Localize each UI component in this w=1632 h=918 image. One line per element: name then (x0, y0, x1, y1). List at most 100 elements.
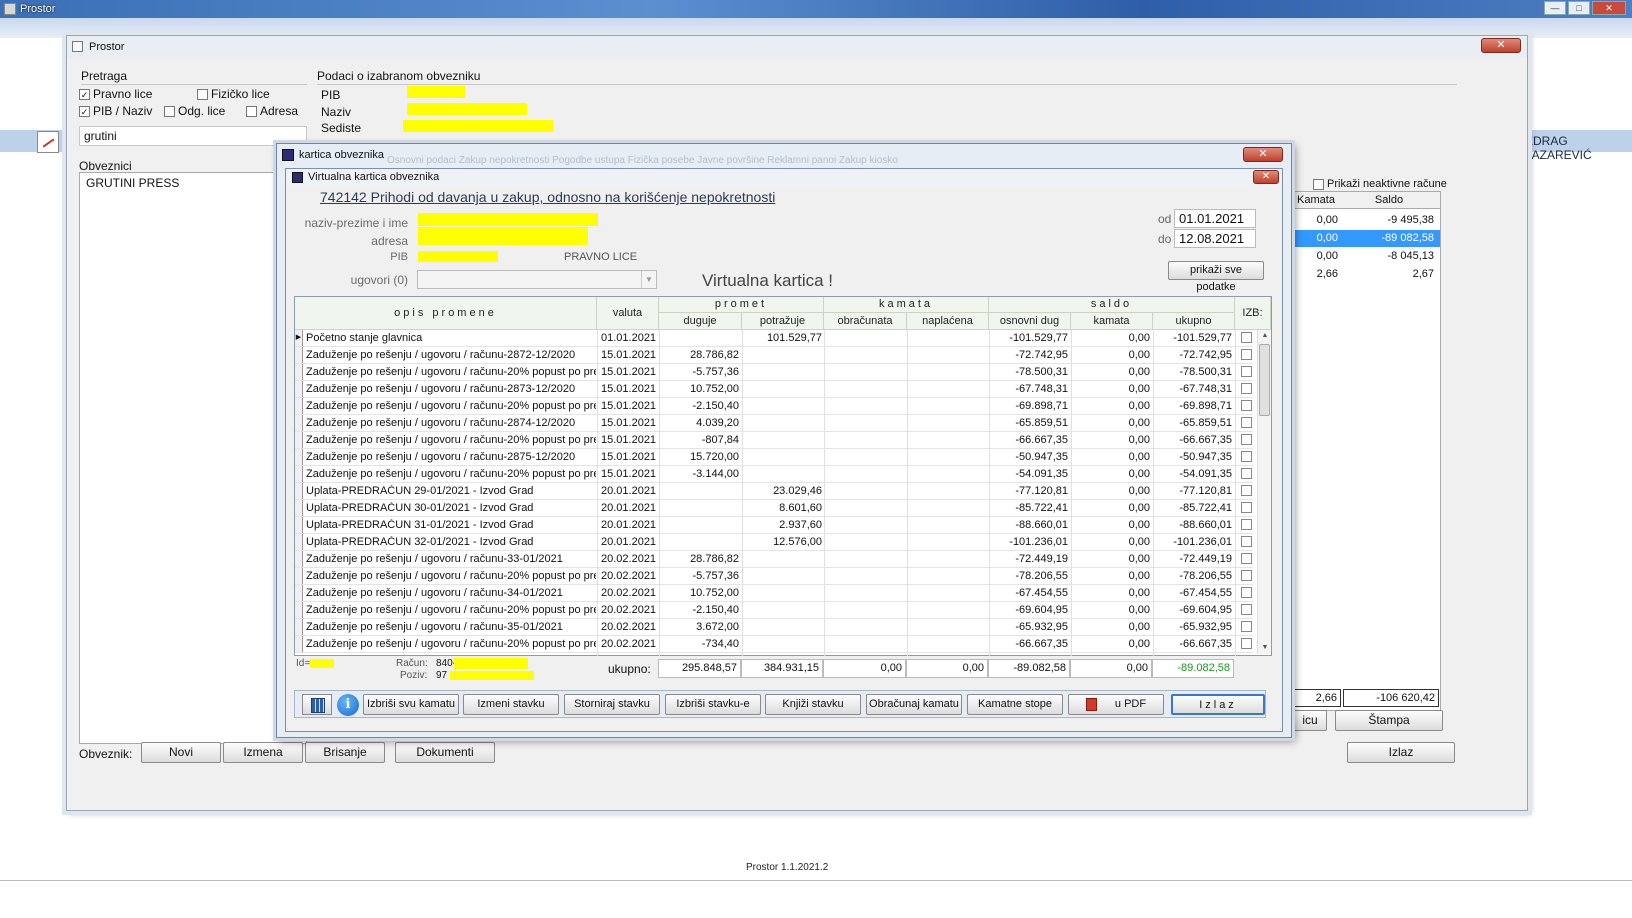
izbrisi-stavke-button[interactable]: Izbriši stavku-e (665, 694, 761, 715)
obveznici-list[interactable]: GRUTINI PRESS (79, 172, 307, 744)
izb-checkbox[interactable] (1241, 553, 1252, 564)
table-row[interactable]: Zaduženje po rešenju / ugovoru / računu-… (295, 568, 1253, 585)
izb-checkbox[interactable] (1241, 451, 1252, 462)
izb-checkbox[interactable] (1241, 621, 1252, 632)
table-row[interactable]: Uplata-PREDRAČUN 29-01/2021 - Izvod Grad… (295, 483, 1253, 500)
row-indicator[interactable] (295, 619, 303, 635)
table-row[interactable]: 0,00 -9 495,38 (1294, 212, 1440, 229)
table-row[interactable]: ▶ Početno stanje glavnica 01.01.2021 101.52… (295, 330, 1253, 347)
izmena-button[interactable]: Izmena (223, 742, 303, 763)
info-icon[interactable]: i (337, 694, 359, 716)
table-row[interactable]: Zaduženje po rešenju / ugovoru / računu-… (295, 432, 1253, 449)
table-row[interactable]: Uplata-PREDRAČUN 31-01/2021 - Izvod Grad… (295, 517, 1253, 534)
accounts-table[interactable]: Kamata Saldo 0,00 -9 495,38 0,00 -89 082… (1293, 191, 1441, 711)
izb-checkbox[interactable] (1241, 400, 1252, 411)
checkbox-fizicko-lice[interactable]: Fizičko lice (197, 87, 270, 101)
row-indicator[interactable] (295, 466, 303, 482)
row-indicator[interactable] (295, 347, 303, 363)
checkbox-odg-lice[interactable]: Odg. lice (164, 104, 225, 118)
izb-checkbox[interactable] (1241, 383, 1252, 394)
checkbox-adresa[interactable]: Adresa (246, 104, 298, 118)
row-pointer-icon[interactable]: ▶ (295, 330, 303, 346)
scroll-down-icon[interactable]: ▼ (1258, 642, 1272, 654)
row-indicator[interactable] (295, 381, 303, 397)
table-row[interactable]: Uplata-PREDRAČUN 32-01/2021 - Izvod Grad… (295, 534, 1253, 551)
storniraj-stavku-button[interactable]: Storniraj stavku (564, 694, 660, 715)
maximize-icon[interactable]: □ (1568, 1, 1590, 15)
izb-checkbox[interactable] (1241, 434, 1252, 445)
chart-icon[interactable] (37, 131, 59, 153)
izb-checkbox[interactable] (1241, 468, 1252, 479)
table-row[interactable]: 0,00 -8 045,13 (1294, 248, 1440, 265)
dokumenti-button[interactable]: Dokumenti (395, 742, 495, 763)
stampa-button[interactable]: Štampa (1335, 710, 1443, 731)
checkbox-prikazi-neaktivne[interactable]: Prikaži neaktivne račune (1313, 178, 1447, 190)
novi-button[interactable]: Novi (141, 742, 221, 763)
row-indicator[interactable] (295, 636, 303, 652)
close-icon[interactable]: ✕ (1592, 1, 1626, 15)
row-indicator[interactable] (295, 551, 303, 567)
table-row[interactable]: Zaduženje po rešenju / ugovoru / računu-… (295, 619, 1253, 636)
row-indicator[interactable] (295, 415, 303, 431)
row-indicator[interactable] (295, 585, 303, 601)
chevron-down-icon[interactable]: ▼ (641, 271, 656, 288)
table-row[interactable]: Zaduženje po rešenju / ugovoru / računu-… (295, 415, 1253, 432)
izlaz-button[interactable]: Izlaz (1171, 694, 1265, 715)
kamatne-stope-button[interactable]: Kamatne stope (967, 694, 1063, 715)
izb-checkbox[interactable] (1241, 604, 1252, 615)
prikazi-sve-podatke-button[interactable]: prikaži sve podatke (1168, 261, 1264, 293)
row-indicator[interactable] (295, 602, 303, 618)
table-row[interactable]: Zaduženje po rešenju / ugovoru / računu-… (295, 466, 1253, 483)
izb-checkbox[interactable] (1241, 638, 1252, 649)
row-indicator[interactable] (295, 398, 303, 414)
izb-checkbox[interactable] (1241, 536, 1252, 547)
table-row[interactable]: Zaduženje po rešenju / ugovoru / računu-… (295, 347, 1253, 364)
table-row[interactable]: Zaduženje po rešenju / ugovoru / računu-… (295, 364, 1253, 381)
kartica-grid[interactable]: opis promene valuta promet duguje potraž… (294, 296, 1272, 656)
izb-checkbox[interactable] (1241, 332, 1252, 343)
u-pdf-button[interactable]: u PDF (1068, 694, 1164, 715)
izb-checkbox[interactable] (1241, 587, 1252, 598)
table-row[interactable]: Zaduženje po rešenju / ugovoru / računu-… (295, 585, 1253, 602)
izmeni-stavku-button[interactable]: Izmeni stavku (463, 694, 559, 715)
calculator-icon[interactable] (302, 694, 332, 715)
virtualna-close-button[interactable]: ✕ (1253, 170, 1279, 184)
ugovori-select[interactable]: ▼ (417, 270, 657, 289)
row-indicator[interactable] (295, 449, 303, 465)
table-row[interactable]: Zaduženje po rešenju / ugovoru / računu-… (295, 381, 1253, 398)
minimize-icon[interactable]: — (1544, 1, 1566, 15)
table-row[interactable]: Zaduženje po rešenju / ugovoru / računu-… (295, 449, 1253, 466)
do-date-input[interactable]: 12.08.2021 (1174, 229, 1256, 248)
row-indicator[interactable] (295, 500, 303, 516)
brisanje-button[interactable]: Brisanje (305, 742, 385, 763)
list-item[interactable]: GRUTINI PRESS (80, 173, 306, 193)
row-indicator[interactable] (295, 517, 303, 533)
main-window-close-button[interactable]: ✕ (1481, 38, 1521, 53)
row-indicator[interactable] (295, 432, 303, 448)
scroll-thumb[interactable] (1259, 344, 1270, 416)
row-indicator[interactable] (295, 483, 303, 499)
izb-checkbox[interactable] (1241, 502, 1252, 513)
izb-checkbox[interactable] (1241, 417, 1252, 428)
row-indicator[interactable] (295, 534, 303, 550)
search-input[interactable]: grutini (79, 126, 307, 146)
obracunaj-kamatu-button[interactable]: Obračunaj kamatu (866, 694, 962, 715)
row-indicator[interactable] (295, 568, 303, 584)
izb-checkbox[interactable] (1241, 349, 1252, 360)
checkbox-pib-naziv[interactable]: ✓ PIB / Naziv (79, 104, 152, 118)
table-row[interactable]: Zaduženje po rešenju / ugovoru / računu-… (295, 636, 1253, 653)
izb-checkbox[interactable] (1241, 519, 1252, 530)
kartica-close-button[interactable]: ✕ (1243, 147, 1283, 162)
izbrisi-svu-kamatu-button[interactable]: Izbriši svu kamatu (363, 694, 459, 715)
grid-scrollbar[interactable]: ▲ ▼ (1257, 330, 1271, 654)
izb-checkbox[interactable] (1241, 485, 1252, 496)
knjizi-stavku-button[interactable]: Knjiži stavku (765, 694, 861, 715)
izb-checkbox[interactable] (1241, 570, 1252, 581)
row-indicator[interactable] (295, 364, 303, 380)
izlaz-button[interactable]: Izlaz (1347, 742, 1455, 763)
partial-button[interactable]: icu (1293, 710, 1327, 731)
scroll-up-icon[interactable]: ▲ (1258, 330, 1272, 342)
table-row-selected[interactable]: 0,00 -89 082,58 (1294, 230, 1440, 247)
table-row[interactable]: Zaduženje po rešenju / ugovoru / računu-… (295, 551, 1253, 568)
table-row[interactable]: 2,66 2,67 (1294, 266, 1440, 283)
